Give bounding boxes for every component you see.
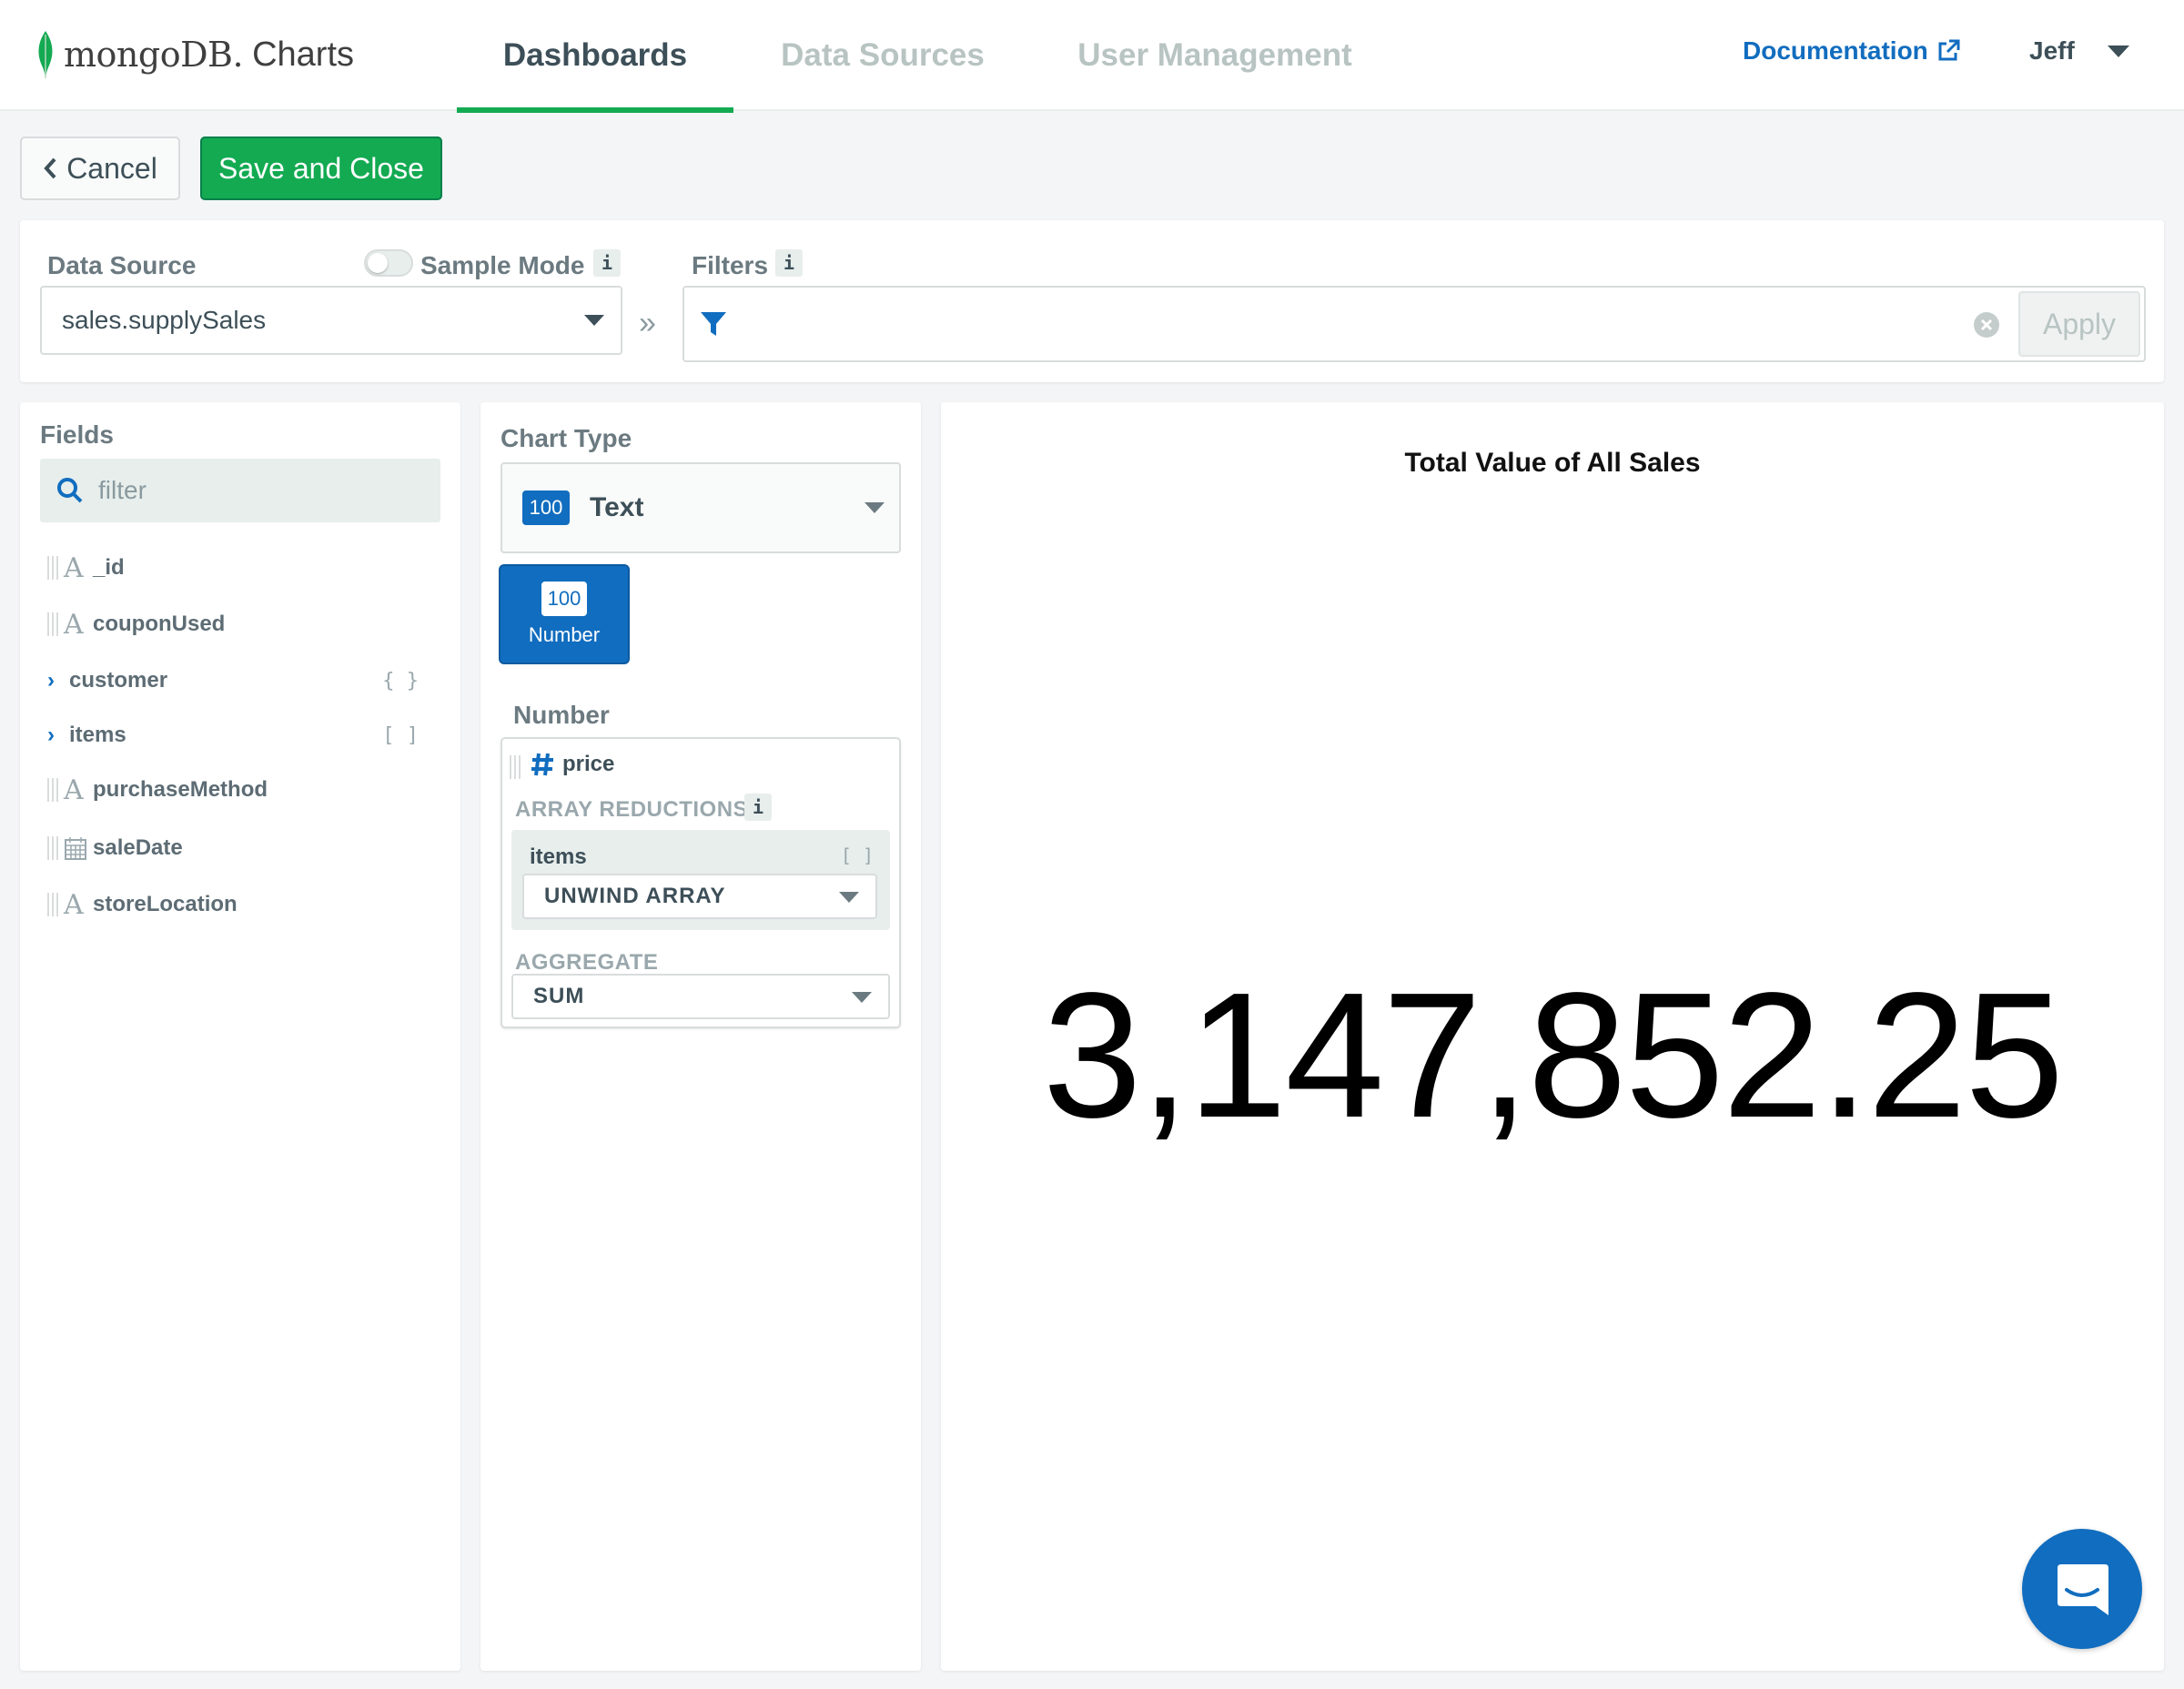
string-type-icon: A [64, 608, 84, 641]
chevron-left-icon [44, 157, 56, 179]
aggregate-select[interactable]: SUM [511, 974, 890, 1019]
logo-charts-text: Charts [252, 35, 354, 74]
sample-mode-toggle[interactable] [364, 249, 413, 277]
chart-type-value: Text [590, 492, 644, 522]
top-nav: mongoDB. Charts Dashboards Data Sources … [0, 0, 2184, 113]
tab-dashboards[interactable]: Dashboards [457, 0, 733, 113]
chart-type-select[interactable]: 100 Text [500, 462, 901, 553]
data-source-label: Data Source [47, 251, 197, 279]
chevron-right-icon[interactable]: › [47, 668, 69, 693]
array-type-icon: [ ] [382, 723, 419, 747]
drag-handle-icon[interactable] [47, 836, 58, 860]
tab-user-management[interactable]: User Management [1065, 0, 1365, 111]
cancel-label: Cancel [66, 151, 157, 185]
data-source-select[interactable]: sales.supplySales [40, 286, 622, 355]
number-value: 3,147,852.25 [1042, 956, 2064, 1155]
array-type-icon: [ ] [840, 844, 874, 866]
field-item-couponused[interactable]: A couponUsed [47, 606, 225, 642]
string-type-icon: A [64, 551, 84, 584]
drag-handle-icon[interactable] [47, 612, 58, 636]
field-item-id[interactable]: A _id [47, 550, 125, 586]
drag-handle-icon[interactable] [47, 778, 58, 802]
array-reductions-info-icon[interactable]: i [744, 794, 772, 821]
string-type-icon: A [64, 888, 84, 921]
field-name: items [69, 723, 126, 747]
field-name: _id [93, 555, 125, 580]
search-icon [57, 478, 83, 503]
chevron-down-icon [584, 315, 604, 326]
aggregate-value: SUM [533, 984, 585, 1008]
field-search-input[interactable]: filter [40, 459, 440, 522]
field-name: couponUsed [93, 612, 226, 636]
field-search-placeholder: filter [98, 476, 147, 504]
sample-mode-label: Sample Mode [420, 251, 585, 279]
encoded-field-name: price [562, 752, 615, 776]
number-channel-title: Number [513, 701, 610, 729]
field-item-storelocation[interactable]: A storeLocation [47, 886, 238, 923]
apply-button[interactable]: Apply [2018, 291, 2140, 357]
cancel-button[interactable]: Cancel [20, 137, 180, 200]
documentation-link[interactable]: Documentation [1743, 36, 1961, 66]
number-chart-icon: 100 [541, 582, 587, 616]
chat-icon [2058, 1564, 2108, 1615]
chevron-down-icon[interactable] [2108, 46, 2129, 57]
filter-input[interactable]: Apply [682, 286, 2146, 362]
documentation-label: Documentation [1743, 36, 1928, 65]
chart-builder-panel: Chart Type 100 Text 100 Number Number pr… [480, 402, 921, 1671]
logo-dot: . [232, 35, 244, 75]
array-field-name: items [530, 844, 587, 869]
string-type-icon: A [64, 774, 84, 806]
drag-handle-icon[interactable] [510, 755, 521, 779]
data-source-bar: Data Source Sample Mode i sales.supplySa… [20, 220, 2164, 382]
sample-mode-info-icon[interactable]: i [593, 249, 621, 277]
number-chart-label: Number [528, 623, 601, 646]
chevron-down-icon [852, 992, 872, 1003]
chat-launcher-button[interactable] [2022, 1529, 2142, 1649]
chevron-right-icon[interactable]: › [47, 723, 69, 748]
array-reduction-box: items [ ] UNWIND ARRAY [511, 830, 890, 930]
chevron-down-icon [864, 502, 885, 513]
save-and-close-button[interactable]: Save and Close [200, 137, 442, 200]
tab-data-sources[interactable]: Data Sources [755, 0, 1010, 111]
external-link-icon [1938, 39, 1960, 61]
field-item-purchasemethod[interactable]: A purchaseMethod [47, 772, 268, 808]
mongodb-charts-logo[interactable]: mongoDB. Charts [35, 25, 354, 84]
field-item-customer[interactable]: › customer { } [47, 662, 448, 699]
fields-title: Fields [40, 420, 114, 449]
field-name: saleDate [93, 835, 183, 860]
drag-handle-icon[interactable] [47, 893, 58, 916]
number-type-icon [531, 753, 553, 776]
calendar-icon [65, 837, 86, 860]
chart-title: Total Value of All Sales [1404, 448, 1701, 478]
logo-mongodb-text: mongoDB [64, 35, 233, 75]
clear-icon[interactable] [1973, 311, 2000, 339]
aggregate-label: AGGREGATE [515, 950, 659, 975]
filter-funnel-icon [701, 312, 726, 336]
chevron-down-icon [839, 892, 859, 903]
filters-label: Filters [692, 251, 769, 279]
leaf-icon [38, 31, 53, 78]
data-source-value: sales.supplySales [62, 306, 267, 334]
number-chart-tile[interactable]: 100 Number [500, 566, 628, 662]
chart-type-title: Chart Type [500, 424, 632, 452]
fields-panel: Fields filter A _id A couponUsed › custo… [20, 402, 460, 1671]
array-reductions-label: ARRAY REDUCTIONS [515, 797, 749, 822]
array-reduction-value: UNWIND ARRAY [544, 884, 726, 908]
field-name: storeLocation [93, 892, 238, 916]
chart-preview-panel: Total Value of All Sales 3,147,852.25 [941, 402, 2164, 1671]
drag-handle-icon[interactable] [47, 556, 58, 580]
field-name: purchaseMethod [93, 777, 268, 802]
field-item-saledate[interactable]: saleDate [47, 830, 183, 866]
filters-info-icon[interactable]: i [775, 249, 803, 277]
array-reduction-select[interactable]: UNWIND ARRAY [522, 874, 877, 919]
number-encoding-card: price ARRAY REDUCTIONS i items [ ] UNWIN… [500, 737, 901, 1028]
text-chart-icon: 100 [522, 491, 570, 525]
double-chevron-right-icon: » [639, 306, 656, 340]
field-name: customer [69, 668, 168, 693]
object-type-icon: { } [382, 669, 419, 693]
field-item-items[interactable]: › items [ ] [47, 717, 448, 753]
user-menu[interactable]: Jeff [2029, 36, 2075, 66]
